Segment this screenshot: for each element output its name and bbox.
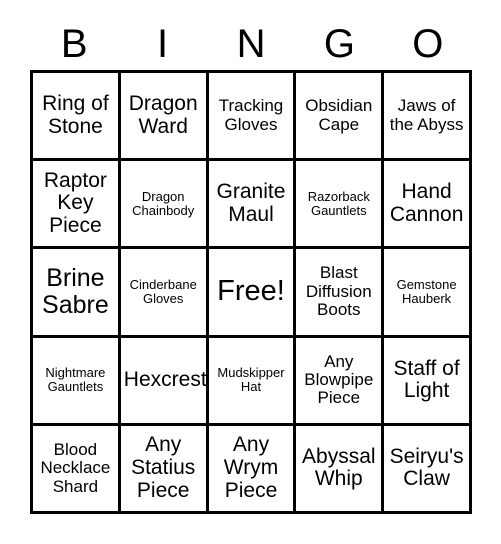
bingo-cell-label: Hand Cannon bbox=[389, 180, 464, 226]
bingo-cell-label: Free! bbox=[217, 275, 285, 308]
bingo-cell-r5-c5[interactable]: Seiryu's Claw bbox=[384, 425, 472, 514]
header-letter-i: I bbox=[157, 22, 169, 66]
bingo-cell-r5-c2[interactable]: Any Statius Piece bbox=[120, 425, 209, 514]
bingo-cell-label: Nightmare Gauntlets bbox=[45, 365, 106, 395]
bingo-cell-r4-c1[interactable]: Nightmare Gauntlets bbox=[33, 337, 121, 426]
bingo-cell-label: Razorback Gauntlets bbox=[307, 188, 370, 218]
bingo-cell-r2-c4[interactable]: Razorback Gauntlets bbox=[296, 161, 385, 250]
header-letter-n: N bbox=[236, 22, 266, 66]
bingo-cell-label: Staff of Light bbox=[393, 356, 460, 403]
bingo-cell-label: Dragon Ward bbox=[128, 91, 198, 138]
bingo-card: B I N G O Ring of Stone Dragon Ward Tracki… bbox=[0, 0, 501, 544]
bingo-cell-r5-c1[interactable]: Blood Necklace Shard bbox=[33, 425, 121, 514]
bingo-cell-r4-c2[interactable]: Hexcrest bbox=[120, 337, 209, 426]
bingo-cell-label: Cinderbane Gloves bbox=[129, 276, 197, 306]
bingo-cell-r3-c1[interactable]: Brine Sabre bbox=[33, 249, 121, 338]
bingo-cell-label: Seiryu's Claw bbox=[389, 444, 464, 491]
bingo-cell-label: Any Statius Piece bbox=[131, 433, 196, 502]
bingo-cell-label: Any Wrym Piece bbox=[223, 433, 279, 502]
bingo-cell-r1-c2[interactable]: Dragon Ward bbox=[120, 73, 209, 162]
bingo-cell-label: Blood Necklace Shard bbox=[40, 439, 111, 496]
header-letter-b: B bbox=[60, 22, 88, 66]
bingo-cell-r1-c4[interactable]: Obsidian Cape bbox=[296, 73, 385, 162]
bingo-cell-label: Tracking Gloves bbox=[218, 96, 284, 134]
bingo-cell-r3-c3[interactable]: Free! bbox=[208, 249, 297, 338]
bingo-cell-r5-c3[interactable]: Any Wrym Piece bbox=[208, 425, 297, 514]
bingo-cell-label: Obsidian Cape bbox=[305, 96, 373, 134]
header-letter-o: O bbox=[412, 22, 444, 66]
bingo-cell-r2-c1[interactable]: Raptor Key Piece bbox=[33, 161, 121, 250]
bingo-cell-r2-c3[interactable]: Granite Maul bbox=[208, 161, 297, 250]
header-letter-g: G bbox=[323, 22, 355, 66]
bingo-cell-label: Raptor Key Piece bbox=[43, 168, 107, 238]
bingo-cell-label: Blast Diffusion Boots bbox=[305, 263, 372, 320]
bingo-cell-label: Any Blowpipe Piece bbox=[304, 351, 374, 408]
bingo-cell-r1-c1[interactable]: Ring of Stone bbox=[33, 73, 121, 162]
bingo-cell-r4-c5[interactable]: Staff of Light bbox=[384, 337, 472, 426]
bingo-cell-r2-c2[interactable]: Dragon Chainbody bbox=[120, 161, 209, 250]
bingo-cell-label: Dragon Chainbody bbox=[132, 188, 195, 218]
bingo-cell-r1-c5[interactable]: Jaws of the Abyss bbox=[384, 73, 472, 162]
bingo-cell-label: Hexcrest bbox=[123, 367, 207, 391]
bingo-cell-r2-c5[interactable]: Hand Cannon bbox=[384, 161, 472, 250]
bingo-cell-label: Brine Sabre bbox=[42, 263, 109, 319]
bingo-cell-label: Granite Maul bbox=[216, 180, 286, 226]
bingo-header: B I N G O bbox=[30, 18, 472, 70]
bingo-cell-label: Jaws of the Abyss bbox=[389, 96, 464, 134]
bingo-grid: Ring of Stone Dragon Ward Tracking Gloves O… bbox=[30, 70, 472, 514]
bingo-cell-r4-c3[interactable]: Mudskipper Hat bbox=[208, 337, 297, 426]
bingo-cell-label: Ring of Stone bbox=[42, 91, 109, 138]
bingo-cell-r3-c5[interactable]: Gemstone Hauberk bbox=[384, 249, 472, 338]
bingo-cell-label: Mudskipper Hat bbox=[217, 365, 285, 395]
bingo-cell-r1-c3[interactable]: Tracking Gloves bbox=[208, 73, 297, 162]
bingo-cell-label: Abyssal Whip bbox=[302, 444, 376, 491]
bingo-cell-r4-c4[interactable]: Any Blowpipe Piece bbox=[296, 337, 385, 426]
bingo-cell-r3-c2[interactable]: Cinderbane Gloves bbox=[120, 249, 209, 338]
bingo-cell-r3-c4[interactable]: Blast Diffusion Boots bbox=[296, 249, 385, 338]
bingo-cell-label: Gemstone Hauberk bbox=[396, 276, 457, 306]
bingo-cell-r5-c4[interactable]: Abyssal Whip bbox=[296, 425, 385, 514]
